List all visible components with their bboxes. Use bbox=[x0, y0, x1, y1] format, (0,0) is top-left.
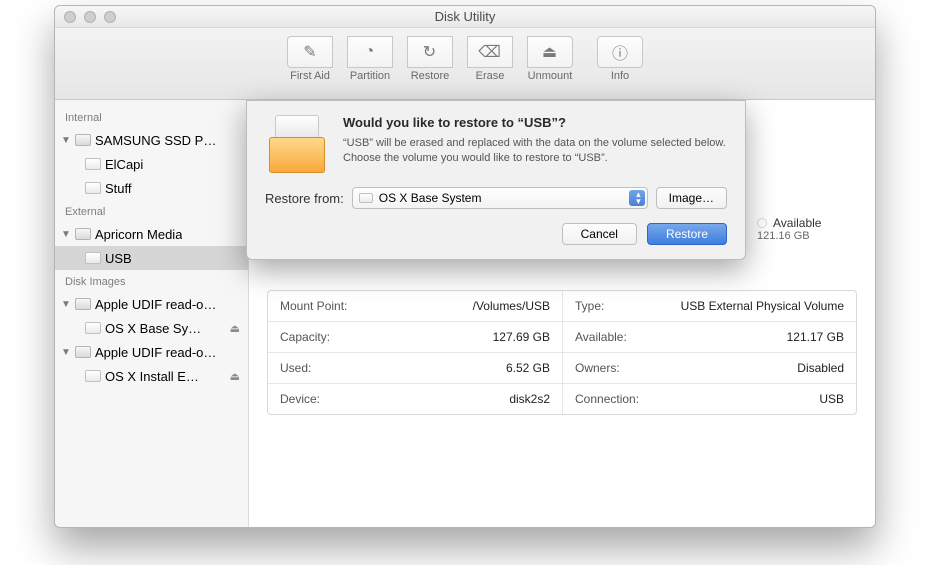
cancel-button[interactable]: Cancel bbox=[562, 223, 637, 245]
info-icon: ⓘ bbox=[597, 36, 643, 68]
section-external: External bbox=[55, 200, 248, 222]
info-mount-point: Mount Point:/Volumes/USB bbox=[268, 291, 562, 322]
info-used: Used:6.52 GB bbox=[268, 353, 562, 384]
eject-icon[interactable]: ⏏ bbox=[230, 370, 240, 383]
disclosure-triangle-icon[interactable]: ▼ bbox=[61, 299, 71, 310]
info-owners: Owners:Disabled bbox=[562, 353, 856, 384]
unmount-button[interactable]: ⏏ Unmount bbox=[520, 36, 580, 82]
volume-icon bbox=[85, 252, 101, 264]
sidebar-item-install-esd[interactable]: OS X Install E… ⏏ bbox=[55, 364, 248, 388]
disk-utility-window: Disk Utility ✎ First Aid ◔ Partition ↻ R… bbox=[54, 5, 876, 528]
chevron-updown-icon: ▴▾ bbox=[636, 191, 641, 205]
sidebar-item-image1[interactable]: ▼ Apple UDIF read-o… bbox=[55, 292, 248, 316]
image-button[interactable]: Image… bbox=[656, 187, 727, 209]
restore-from-value: OS X Base System bbox=[379, 191, 482, 205]
info-available: Available:121.17 GB bbox=[562, 322, 856, 353]
external-drive-icon bbox=[265, 115, 329, 173]
restore-confirm-button[interactable]: Restore bbox=[647, 223, 727, 245]
restore-sheet: Would you like to restore to “USB”? “USB… bbox=[246, 100, 746, 260]
sidebar-item-internal-disk[interactable]: ▼ SAMSUNG SSD P… bbox=[55, 128, 248, 152]
restore-from-select[interactable]: OS X Base System ▴▾ bbox=[352, 187, 648, 209]
volume-icon bbox=[359, 193, 373, 203]
window-title: Disk Utility bbox=[55, 9, 875, 24]
info-device: Device:disk2s2 bbox=[268, 384, 562, 414]
restore-button[interactable]: ↻ Restore bbox=[400, 36, 460, 82]
toolbar: ✎ First Aid ◔ Partition ↻ Restore ⌫ Eras… bbox=[55, 28, 875, 100]
info-connection: Connection:USB bbox=[562, 384, 856, 414]
sidebar-item-image2[interactable]: ▼ Apple UDIF read-o… bbox=[55, 340, 248, 364]
volume-icon bbox=[85, 182, 101, 194]
disclosure-triangle-icon[interactable]: ▼ bbox=[61, 229, 71, 240]
info-type: Type:USB External Physical Volume bbox=[562, 291, 856, 322]
sheet-body: “USB” will be erased and replaced with t… bbox=[343, 136, 727, 167]
restore-icon: ↻ bbox=[407, 36, 453, 68]
volume-info-table: Mount Point:/Volumes/USB Type:USB Extern… bbox=[267, 290, 857, 415]
stethoscope-icon: ✎ bbox=[287, 36, 333, 68]
volume-icon bbox=[85, 158, 101, 170]
titlebar: Disk Utility bbox=[55, 6, 875, 28]
sidebar: Internal ▼ SAMSUNG SSD P… ElCapi Stuff E… bbox=[55, 100, 249, 527]
disclosure-triangle-icon[interactable]: ▼ bbox=[61, 135, 71, 146]
sidebar-item-base-system[interactable]: OS X Base Sy… ⏏ bbox=[55, 316, 248, 340]
disclosure-triangle-icon[interactable]: ▼ bbox=[61, 347, 71, 358]
info-button[interactable]: ⓘ Info bbox=[590, 36, 650, 82]
section-internal: Internal bbox=[55, 106, 248, 128]
volume-icon bbox=[85, 322, 101, 334]
first-aid-button[interactable]: ✎ First Aid bbox=[280, 36, 340, 82]
sheet-title: Would you like to restore to “USB”? bbox=[343, 115, 727, 130]
restore-from-label: Restore from: bbox=[265, 191, 344, 206]
info-capacity: Capacity:127.69 GB bbox=[268, 322, 562, 353]
erase-icon: ⌫ bbox=[467, 36, 513, 68]
dmg-icon bbox=[75, 298, 91, 310]
pie-icon: ◔ bbox=[347, 36, 393, 68]
usage-item: Available121.16 GB bbox=[757, 216, 827, 242]
disk-icon bbox=[75, 134, 91, 146]
disk-icon bbox=[75, 228, 91, 240]
erase-button[interactable]: ⌫ Erase bbox=[460, 36, 520, 82]
eject-icon: ⏏ bbox=[527, 36, 573, 68]
section-disk-images: Disk Images bbox=[55, 270, 248, 292]
volume-icon bbox=[85, 370, 101, 382]
sidebar-item-elcapi[interactable]: ElCapi bbox=[55, 152, 248, 176]
sidebar-item-stuff[interactable]: Stuff bbox=[55, 176, 248, 200]
sidebar-item-external-disk[interactable]: ▼ Apricorn Media bbox=[55, 222, 248, 246]
eject-icon[interactable]: ⏏ bbox=[230, 322, 240, 335]
dmg-icon bbox=[75, 346, 91, 358]
sidebar-item-usb[interactable]: USB bbox=[55, 246, 248, 270]
partition-button[interactable]: ◔ Partition bbox=[340, 36, 400, 82]
